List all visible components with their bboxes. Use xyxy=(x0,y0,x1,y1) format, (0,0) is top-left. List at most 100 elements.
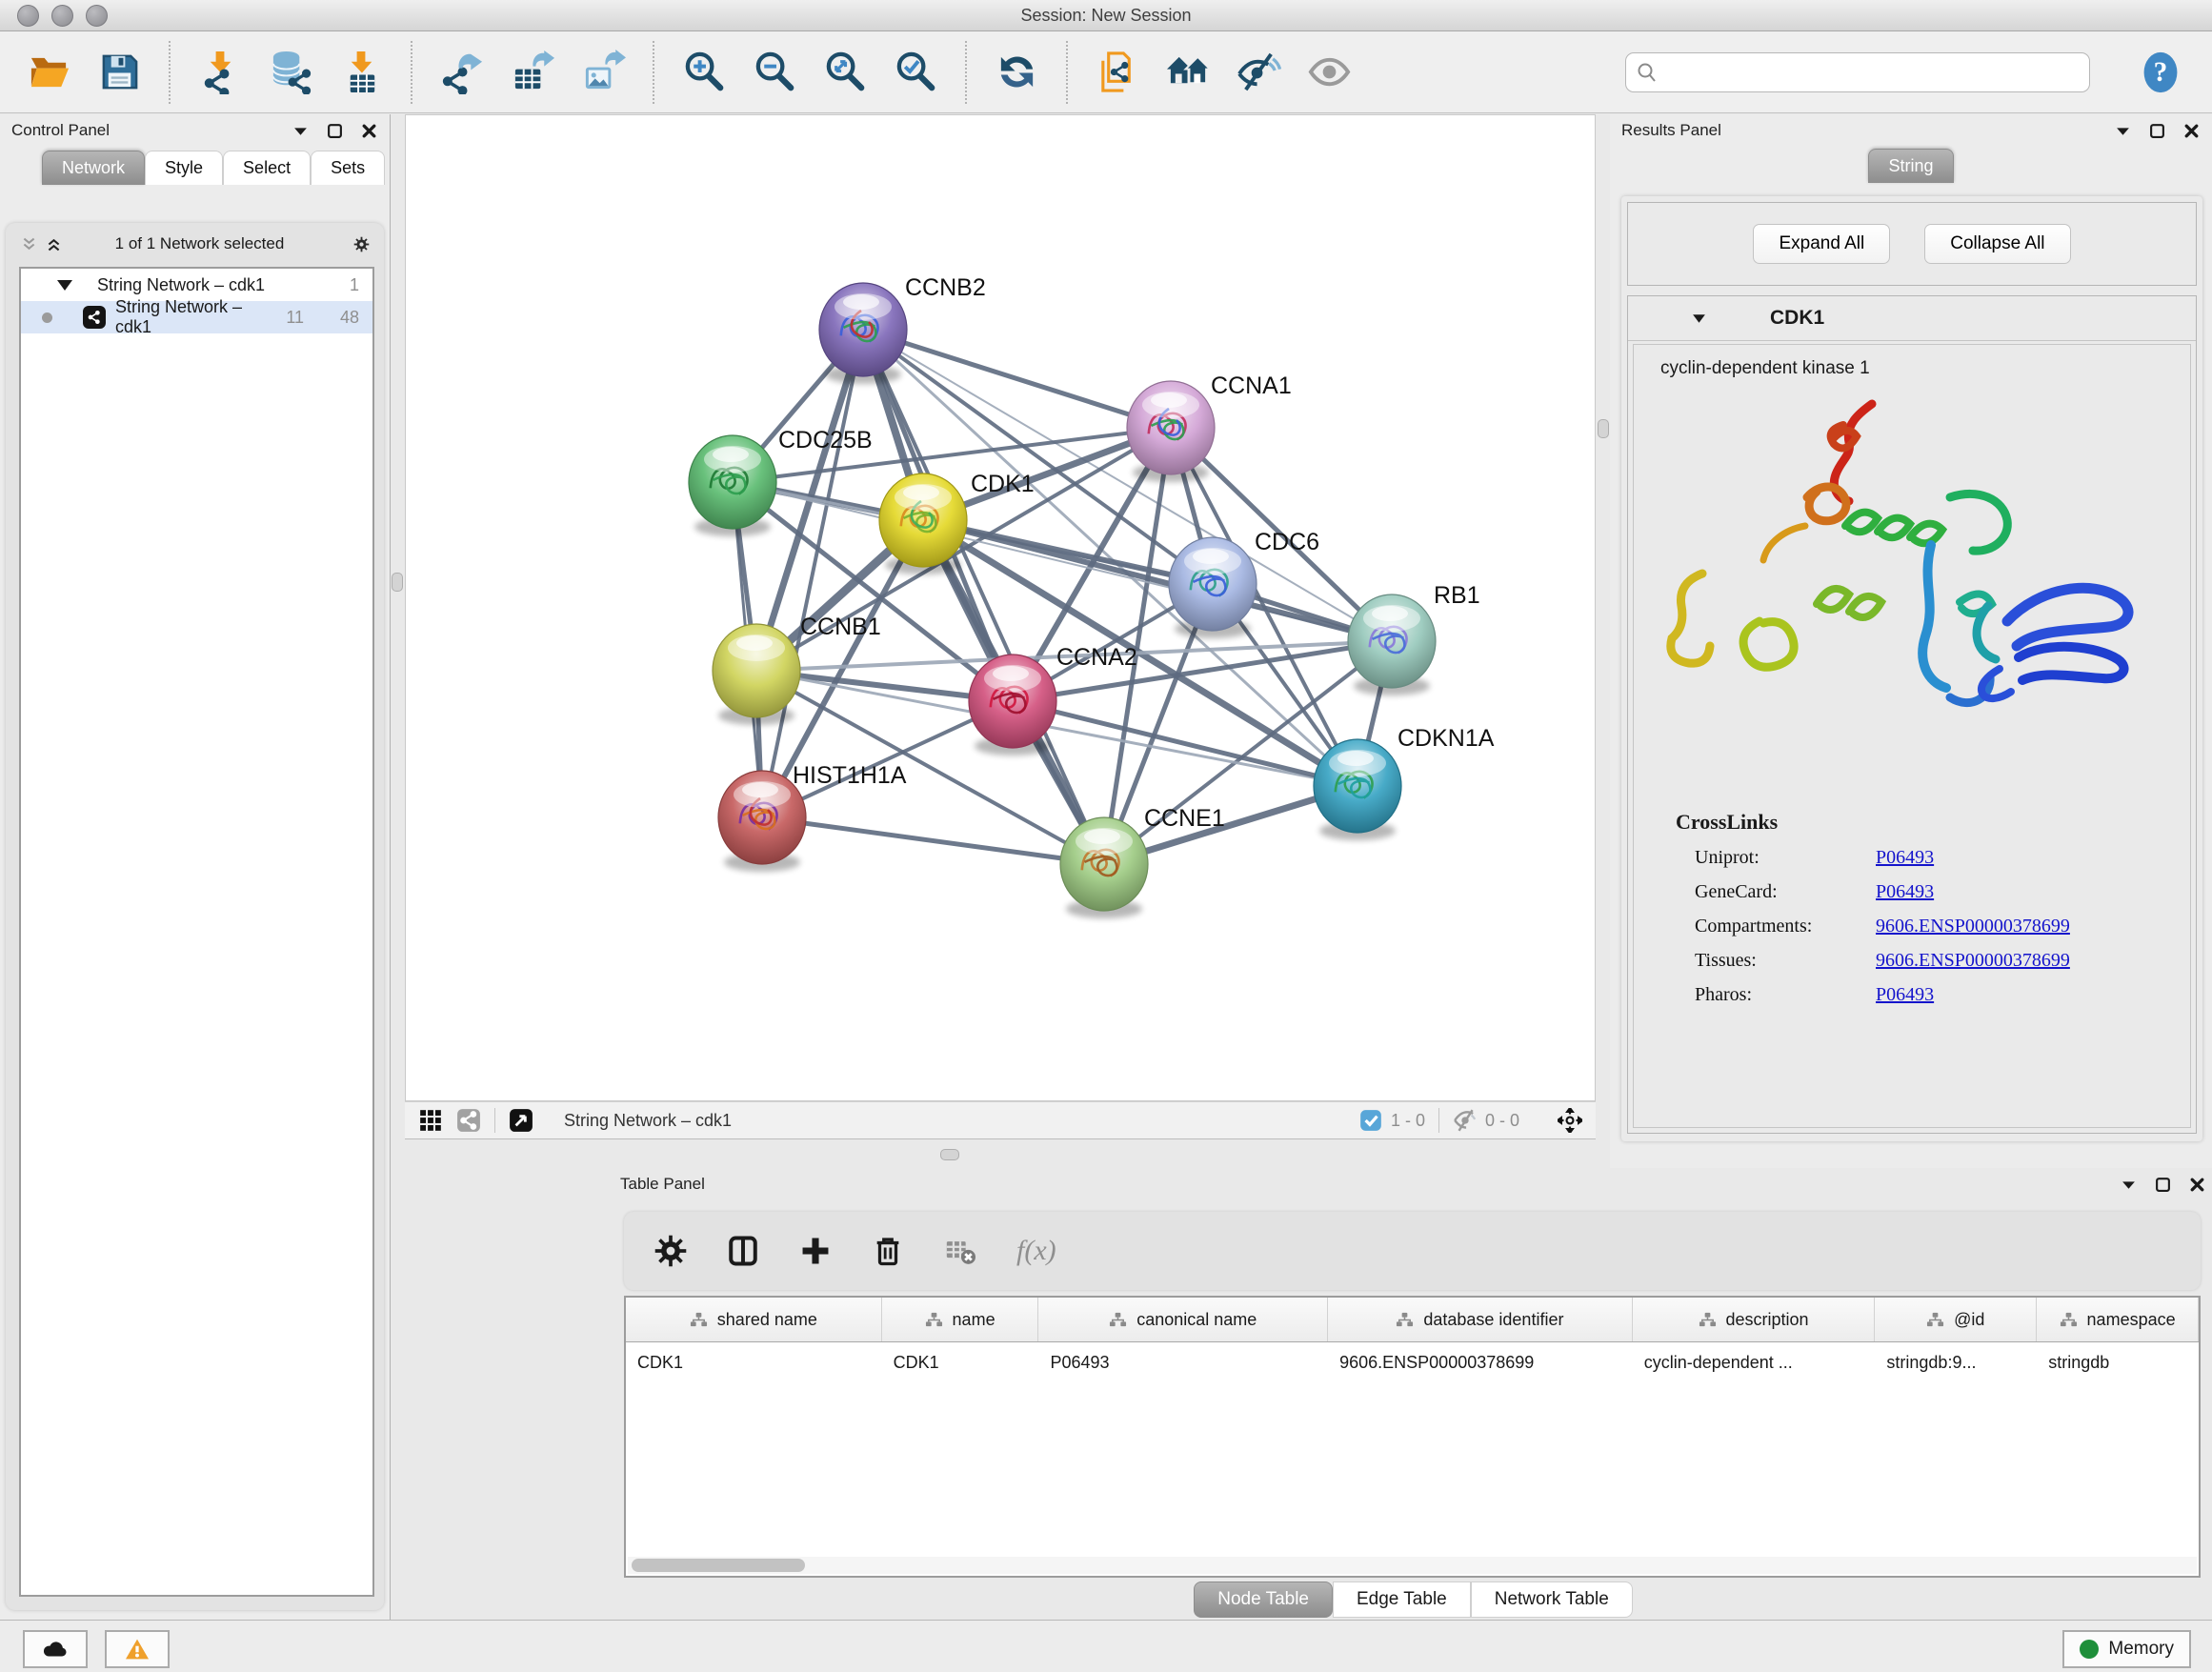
export-network-button[interactable] xyxy=(438,48,486,97)
crosslink-value-link[interactable]: 9606.ENSP00000378699 xyxy=(1876,916,2070,937)
collapse-all-networks-icon[interactable] xyxy=(19,234,38,253)
column-header[interactable]: @id xyxy=(1875,1298,2037,1341)
table-cell[interactable]: CDK1 xyxy=(882,1342,1039,1382)
network-options-gear-icon[interactable] xyxy=(352,234,371,253)
network-canvas[interactable]: CCNB2CCNA1CDC25BCDK1CDC6RB1CCNB1CCNA2CDK… xyxy=(405,114,1596,1101)
table-horizontal-scrollbar[interactable] xyxy=(628,1557,2197,1574)
protein-section-header[interactable]: CDK1 xyxy=(1628,296,2196,341)
show-all-button[interactable] xyxy=(1305,48,1353,97)
import-table-button[interactable] xyxy=(337,48,385,97)
zoom-in-button[interactable] xyxy=(680,48,728,97)
results-close-icon[interactable] xyxy=(2182,121,2201,140)
detach-view-icon[interactable] xyxy=(509,1108,533,1133)
function-builder-button[interactable]: f(x) xyxy=(1016,1235,1056,1267)
warnings-button[interactable] xyxy=(105,1630,170,1668)
column-header[interactable]: description xyxy=(1633,1298,1876,1341)
horizontal-splitter-handle[interactable] xyxy=(940,1149,959,1160)
panel-menu-icon[interactable] xyxy=(291,121,310,140)
refresh-button[interactable] xyxy=(993,48,1040,97)
tab-edge-table[interactable]: Edge Table xyxy=(1333,1581,1471,1618)
show-columns-button[interactable] xyxy=(727,1235,759,1267)
table-cell[interactable]: stringdb xyxy=(2037,1342,2199,1382)
column-header[interactable]: canonical name xyxy=(1038,1298,1328,1341)
export-image-button[interactable] xyxy=(579,48,627,97)
table-float-icon[interactable] xyxy=(2153,1175,2172,1194)
right-splitter-handle[interactable] xyxy=(1598,419,1609,438)
crosslink-value-link[interactable]: P06493 xyxy=(1876,984,1934,1006)
results-menu-icon[interactable] xyxy=(2113,121,2132,140)
selected-checkbox-icon[interactable] xyxy=(1358,1108,1383,1133)
crosslink-value-link[interactable]: 9606.ENSP00000378699 xyxy=(1876,950,2070,972)
column-header[interactable]: namespace xyxy=(2037,1298,2199,1341)
collapse-all-button[interactable]: Collapse All xyxy=(1924,224,2070,264)
current-network-name: String Network – cdk1 xyxy=(564,1111,732,1131)
section-expander-icon[interactable] xyxy=(1691,311,1707,327)
network-view-icon[interactable] xyxy=(456,1108,481,1133)
crosslink-value-link[interactable]: P06493 xyxy=(1876,881,1934,903)
tab-select[interactable]: Select xyxy=(223,151,311,185)
help-button[interactable]: ? xyxy=(2140,49,2182,96)
maximize-window-icon[interactable] xyxy=(86,5,108,27)
cloud-status-button[interactable] xyxy=(23,1630,88,1668)
column-header[interactable]: shared name xyxy=(626,1298,882,1341)
import-network-file-button[interactable] xyxy=(196,48,244,97)
tab-node-table[interactable]: Node Table xyxy=(1194,1581,1333,1618)
export-table-button[interactable] xyxy=(509,48,556,97)
tab-network[interactable]: Network xyxy=(42,151,145,185)
results-float-icon[interactable] xyxy=(2147,121,2166,140)
expand-all-networks-icon[interactable] xyxy=(44,234,63,253)
zoom-out-button[interactable] xyxy=(751,48,798,97)
table-cell[interactable]: CDK1 xyxy=(626,1342,882,1382)
table-settings-button[interactable] xyxy=(654,1235,687,1267)
collection-expander-icon[interactable] xyxy=(57,280,72,291)
panel-float-icon[interactable] xyxy=(325,121,344,140)
table-cell[interactable]: 9606.ENSP00000378699 xyxy=(1328,1342,1633,1382)
tab-style[interactable]: Style xyxy=(145,151,223,185)
tab-string-results[interactable]: String xyxy=(1868,149,1953,183)
crosslink-row: Tissues:9606.ENSP00000378699 xyxy=(1695,950,2190,972)
zoom-selected-button[interactable] xyxy=(892,48,939,97)
crosslink-row: GeneCard:P06493 xyxy=(1695,881,2190,903)
scrollbar-thumb[interactable] xyxy=(632,1559,805,1572)
crosslink-row: Compartments:9606.ENSP00000378699 xyxy=(1695,916,2190,937)
table-menu-icon[interactable] xyxy=(2119,1175,2138,1194)
network-row[interactable]: String Network – cdk1 11 48 xyxy=(21,301,372,333)
create-column-button[interactable] xyxy=(799,1235,832,1267)
import-network-database-button[interactable] xyxy=(267,48,314,97)
save-session-button[interactable] xyxy=(95,48,143,97)
memory-button[interactable]: Memory xyxy=(2062,1630,2191,1668)
table-cell[interactable]: P06493 xyxy=(1038,1342,1328,1382)
table-cell[interactable]: stringdb:9... xyxy=(1875,1342,2037,1382)
hide-selected-button[interactable] xyxy=(1235,48,1282,97)
clone-network-button[interactable] xyxy=(1094,48,1141,97)
table-row[interactable]: CDK1CDK1P064939606.ENSP00000378699cyclin… xyxy=(626,1342,2199,1382)
delete-column-button[interactable] xyxy=(872,1235,904,1267)
zoom-fit-button[interactable] xyxy=(821,48,869,97)
column-header[interactable]: name xyxy=(882,1298,1039,1341)
network-selection-status: 1 of 1 Network selected xyxy=(63,234,336,253)
grid-view-icon[interactable] xyxy=(418,1108,443,1133)
table-cell[interactable]: cyclin-dependent ... xyxy=(1633,1342,1876,1382)
left-splitter-handle[interactable] xyxy=(392,573,403,592)
window-controls[interactable] xyxy=(17,5,108,27)
minimize-window-icon[interactable] xyxy=(51,5,73,27)
close-window-icon[interactable] xyxy=(17,5,39,27)
expand-all-button[interactable]: Expand All xyxy=(1753,224,1890,264)
birdseye-button[interactable] xyxy=(1164,48,1212,97)
svg-text:CDK1: CDK1 xyxy=(971,471,1035,497)
open-session-button[interactable] xyxy=(25,48,72,97)
delete-table-button[interactable] xyxy=(944,1235,976,1267)
panel-close-icon[interactable] xyxy=(359,121,378,140)
search-input[interactable] xyxy=(1666,61,2080,83)
network-graph[interactable]: CCNB2CCNA1CDC25BCDK1CDC6RB1CCNB1CCNA2CDK… xyxy=(406,115,1595,1100)
crosslink-value-link[interactable]: P06493 xyxy=(1876,847,1934,869)
table-close-icon[interactable] xyxy=(2187,1175,2206,1194)
hidden-eye-icon[interactable] xyxy=(1453,1108,1478,1133)
network-collection-row[interactable]: String Network – cdk1 1 xyxy=(21,269,372,301)
birdseye-toggle-icon[interactable] xyxy=(1558,1108,1582,1133)
table-panel: Table Panel f(x) shared namenamecanonica… xyxy=(614,1168,2212,1620)
tab-sets[interactable]: Sets xyxy=(311,151,385,185)
search-box[interactable] xyxy=(1625,52,2090,92)
column-header[interactable]: database identifier xyxy=(1328,1298,1633,1341)
tab-network-table[interactable]: Network Table xyxy=(1471,1581,1633,1618)
